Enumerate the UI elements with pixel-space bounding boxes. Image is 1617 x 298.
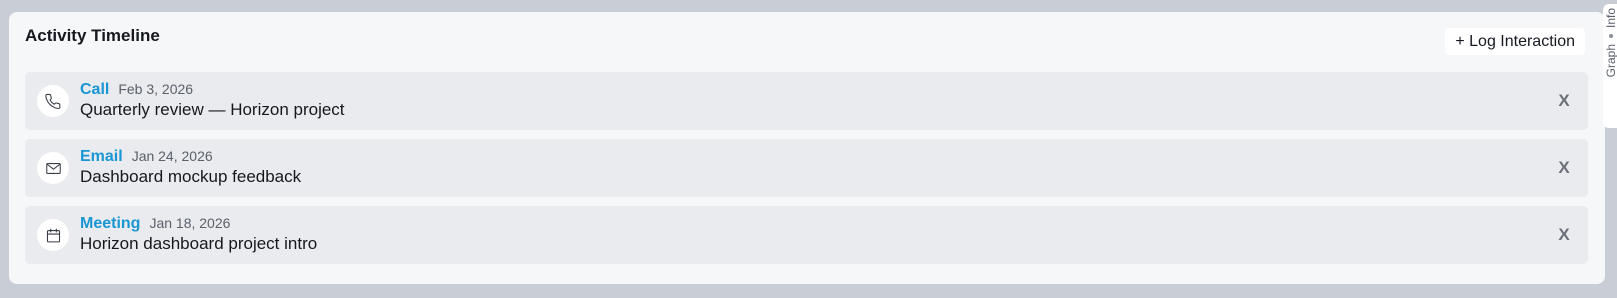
timeline-entry: Meeting Jan 18, 2026 Horizon dashboard p…	[25, 206, 1588, 264]
side-tab-separator	[1609, 34, 1613, 39]
entry-type: Call	[80, 81, 110, 98]
entry-type: Meeting	[80, 215, 141, 232]
delete-entry-button[interactable]: X	[1554, 156, 1574, 180]
panel-title: Activity Timeline	[25, 26, 160, 45]
entry-title: Horizon dashboard project intro	[80, 234, 318, 253]
side-tab-strip[interactable]: Info Graph	[1603, 4, 1617, 128]
entry-header: Email Jan 24, 2026	[80, 148, 213, 166]
entry-header: Call Feb 3, 2026	[80, 81, 193, 99]
entry-title: Quarterly review — Horizon project	[80, 100, 345, 119]
entry-type: Email	[80, 148, 123, 165]
entry-date: Jan 18, 2026	[149, 215, 231, 231]
side-tab-info[interactable]: Info	[1604, 8, 1617, 28]
delete-entry-button[interactable]: X	[1554, 89, 1574, 113]
log-interaction-button[interactable]: + Log Interaction	[1445, 28, 1585, 55]
activity-timeline-panel: Activity Timeline + Log Interaction Call…	[9, 12, 1605, 284]
delete-entry-button[interactable]: X	[1554, 223, 1574, 247]
calendar-icon	[37, 219, 69, 251]
mail-icon	[37, 152, 69, 184]
timeline-entry: Email Jan 24, 2026 Dashboard mockup feed…	[25, 139, 1588, 197]
timeline-entry: Call Feb 3, 2026 Quarterly review — Hori…	[25, 72, 1588, 130]
entry-date: Feb 3, 2026	[118, 81, 194, 97]
entry-title: Dashboard mockup feedback	[80, 167, 302, 186]
side-tab-labels: Info Graph	[1604, 8, 1617, 124]
side-tab-graph[interactable]: Graph	[1604, 44, 1617, 77]
phone-icon	[37, 85, 69, 117]
entry-header: Meeting Jan 18, 2026	[80, 215, 230, 233]
timeline-list: Call Feb 3, 2026 Quarterly review — Hori…	[25, 72, 1588, 273]
entry-date: Jan 24, 2026	[131, 148, 213, 164]
